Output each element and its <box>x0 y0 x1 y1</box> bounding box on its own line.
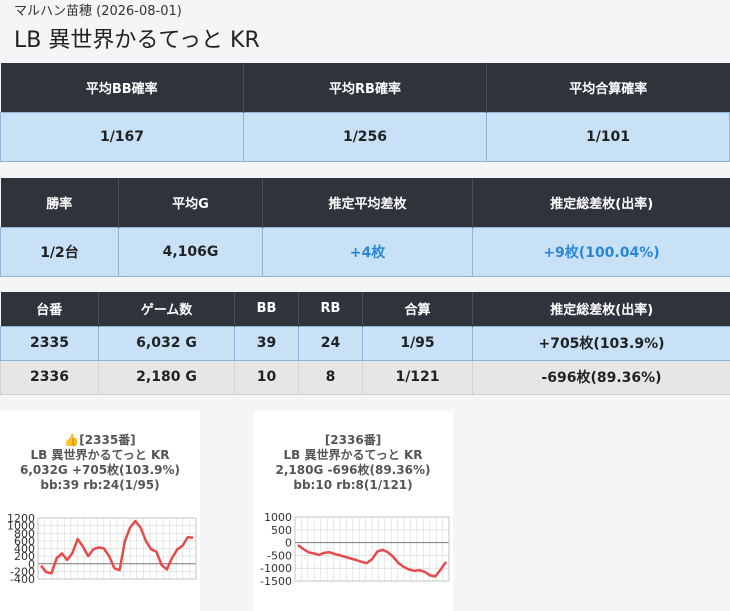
store-date: マルハン苗穂 (2026-08-01) <box>14 4 182 19</box>
games: 2,180 G <box>98 359 235 395</box>
header-avg-rb: 平均RB確率 <box>243 63 487 112</box>
header-est-avg-diff: 推定平均差枚 <box>262 178 473 227</box>
y-tick-label: -1000 <box>260 562 292 575</box>
combined: 1/121 <box>362 359 473 395</box>
rb: 24 <box>298 325 363 361</box>
header-machine-no: 台番 <box>0 292 99 326</box>
machine-no: 2336 <box>0 359 99 395</box>
combined: 1/95 <box>362 325 473 361</box>
total-diff: -696枚(89.36%) <box>472 359 730 395</box>
bb: 10 <box>234 359 299 395</box>
y-tick-label: 0 <box>285 537 292 550</box>
value-avg-bb: 1/167 <box>0 111 244 162</box>
y-tick-label: -400 <box>10 573 35 586</box>
y-tick-label: -1500 <box>260 575 292 588</box>
value-est-avg-diff: +4枚 <box>262 226 473 277</box>
chart-card-2336: [2336番] LB 異世界かるてっと KR 2,180G -696枚(89.3… <box>253 411 453 611</box>
header-win-rate: 勝率 <box>0 178 119 227</box>
value-est-total-diff: +9枚(100.04%) <box>472 226 730 277</box>
total-diff: +705枚(103.9%) <box>472 325 730 361</box>
header-avg-bb: 平均BB確率 <box>0 63 244 112</box>
rb: 8 <box>298 359 363 395</box>
header-est-total-diff: 推定総差枚(出率) <box>472 178 730 227</box>
header-avg-games: 平均G <box>118 178 263 227</box>
slump-chart-2336: 10005000-500-1000-1500 <box>260 511 450 588</box>
result-summary-table: 勝率 平均G 推定平均差枚 推定総差枚(出率) 1/2台 4,106G +4枚 … <box>0 178 730 277</box>
page-title: LB 異世界かるてっと KR <box>14 28 260 53</box>
y-tick-label: 1000 <box>264 511 292 524</box>
header-combined: 合算 <box>362 292 473 326</box>
chart-card-2335: 👍[2335番] LB 異世界かるてっと KR 6,032G +705枚(103… <box>0 411 200 611</box>
value-avg-combined: 1/101 <box>486 111 730 162</box>
y-tick-label: 500 <box>271 524 292 537</box>
header-rb: RB <box>298 292 363 326</box>
table-row: 1/2台 4,106G +4枚 +9枚(100.04%) <box>0 226 730 277</box>
table-header-row: 平均BB確率 平均RB確率 平均合算確率 <box>0 63 730 112</box>
header-total-diff: 推定総差枚(出率) <box>472 292 730 326</box>
value-avg-rb: 1/256 <box>243 111 487 162</box>
machine-no: 2335 <box>0 325 99 361</box>
header-bb: BB <box>234 292 299 326</box>
table-row[interactable]: 2336 2,180 G 10 8 1/121 -696枚(89.36%) <box>0 359 730 395</box>
slump-chart-2335: 120010008006004002000-200-400 <box>7 512 197 586</box>
table-row[interactable]: 2335 6,032 G 39 24 1/95 +705枚(103.9%) <box>0 325 730 361</box>
table-row: 1/167 1/256 1/101 <box>0 111 730 162</box>
value-avg-games: 4,106G <box>118 226 263 277</box>
machine-table: 台番 ゲーム数 BB RB 合算 推定総差枚(出率) 2335 6,032 G … <box>0 292 730 395</box>
header-avg-combined: 平均合算確率 <box>486 63 730 112</box>
games: 6,032 G <box>98 325 235 361</box>
header-games: ゲーム数 <box>98 292 235 326</box>
y-tick-label: -500 <box>267 549 292 562</box>
value-win-rate: 1/2台 <box>0 226 119 277</box>
table-header-row: 台番 ゲーム数 BB RB 合算 推定総差枚(出率) <box>0 292 730 326</box>
table-header-row: 勝率 平均G 推定平均差枚 推定総差枚(出率) <box>0 178 730 227</box>
bb: 39 <box>234 325 299 361</box>
probability-summary-table: 平均BB確率 平均RB確率 平均合算確率 1/167 1/256 1/101 <box>0 63 730 162</box>
